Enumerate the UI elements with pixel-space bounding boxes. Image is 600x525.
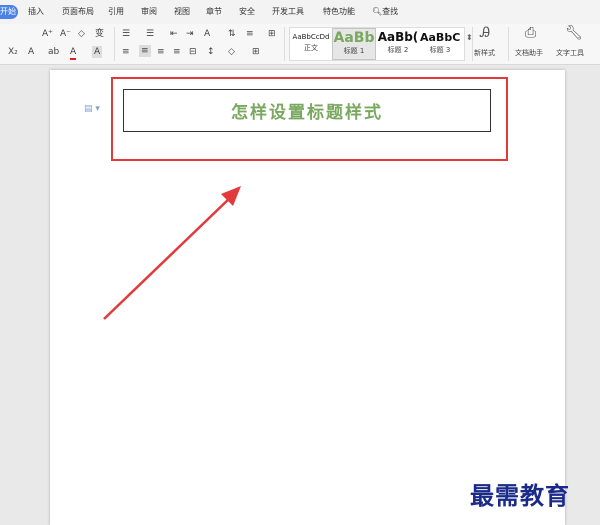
arrow-shaft <box>103 195 233 320</box>
annotation-arrow <box>103 186 241 320</box>
watermark-logo: 最需教育 <box>470 481 570 510</box>
